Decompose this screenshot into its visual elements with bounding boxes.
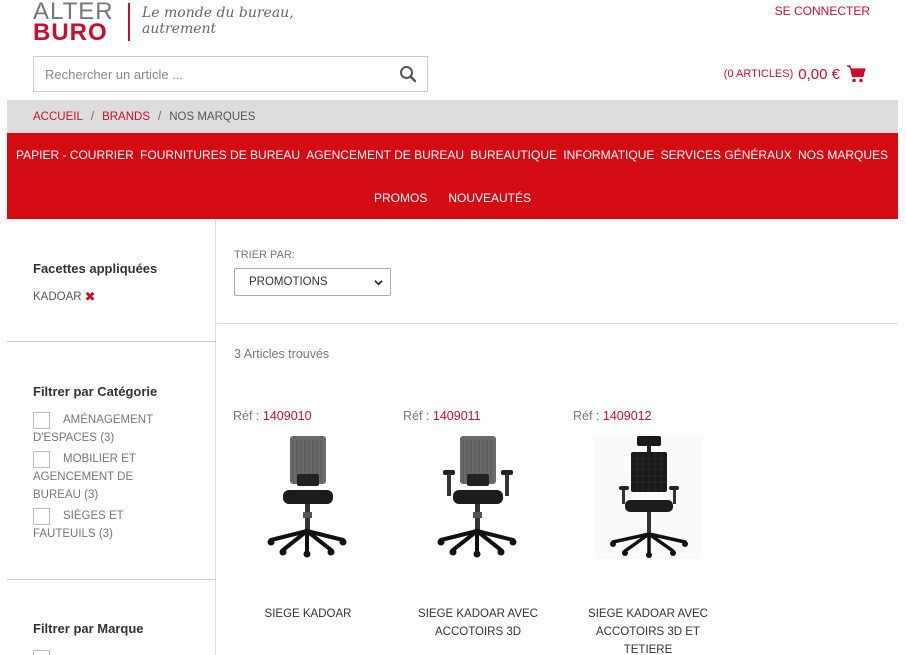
product-name-line: TETIERE [623, 644, 673, 655]
shopping-cart-icon[interactable] [846, 64, 866, 84]
nav-papier-courrier[interactable]: PAPIER - COURRIER [16, 148, 134, 162]
brand-checkbox[interactable] [33, 650, 50, 655]
tagline: Le monde du bureau, autrement [142, 5, 294, 37]
tagline-line1: Le monde du bureau, [142, 5, 294, 21]
alterburo-logo[interactable]: ALTER BURO [33, 0, 133, 46]
category-filter-item[interactable]: AMÉNAGEMENT D'ESPACES (3) [33, 411, 198, 447]
search-box [33, 56, 428, 92]
chevron-down-icon [374, 280, 383, 286]
breadcrumb-brands[interactable]: BRANDS [102, 111, 150, 123]
main-navigation: PAPIER - COURRIER FOURNITURES DE BUREAU … [7, 133, 898, 219]
listing-divider [217, 323, 898, 324]
nav-promos[interactable]: PROMOS [374, 191, 427, 205]
product-name[interactable]: SIEGE KADOAR AVEC ACCOTOIRS 3D ET TETIER… [573, 605, 723, 655]
product-name[interactable]: SIEGE KADOAR [233, 605, 383, 623]
results-count: 3 Articles trouvés [234, 347, 330, 361]
brand-filter-title: Filtrer par Marque [33, 621, 144, 636]
product-listing: TRIER PAR: PROMOTIONS 3 Articles trouvés… [217, 219, 898, 655]
logo-text-buro: BURO [33, 19, 108, 46]
office-chair-armrests-image[interactable] [423, 434, 533, 559]
nav-agencement-de-bureau[interactable]: AGENCEMENT DE BUREAU [306, 148, 464, 162]
product-ref: Réf : 1409012 [573, 409, 652, 423]
remove-facet-icon[interactable]: ✖ [85, 289, 96, 305]
product-name-line: SIEGE KADOAR AVEC [418, 608, 538, 620]
product-name-line: SIEGE KADOAR AVEC [588, 608, 708, 620]
category-count: (3) [84, 489, 99, 501]
breadcrumb-current: NOS MARQUES [169, 110, 256, 123]
breadcrumb-separator: / [158, 110, 162, 123]
product-ref-number: 1409011 [432, 409, 481, 423]
product-name[interactable]: SIEGE KADOAR AVEC ACCOTOIRS 3D [403, 605, 553, 641]
breadcrumb-separator: / [90, 110, 95, 123]
applied-facets-title: Facettes appliquées [33, 261, 158, 276]
cart-total: 0,00 € [798, 65, 840, 83]
tagline-line2: autrement [142, 21, 217, 37]
sidebar-divider [7, 579, 216, 580]
office-chair-headrest-image[interactable] [593, 434, 703, 559]
applied-facet-label: KADOAR [33, 291, 82, 303]
nav-nouveautes[interactable]: NOUVEAUTÉS [448, 191, 531, 205]
sort-selected-value: PROMOTIONS [249, 276, 328, 288]
category-filter-title: Filtrer par Catégorie [33, 384, 158, 399]
breadcrumb-home[interactable]: ACCUEIL [33, 111, 83, 123]
category-checkbox[interactable] [33, 508, 50, 525]
category-checkbox[interactable] [33, 412, 50, 429]
filter-sidebar: Facettes appliquées KADOAR ✖ Filtrer par… [7, 219, 216, 655]
product-name-line: SIEGE KADOAR [264, 608, 352, 620]
category-filter-item[interactable]: MOBILIER ET AGENCEMENT DE BUREAU (3) [33, 450, 198, 504]
search-icon[interactable] [399, 65, 417, 83]
product-ref-label: Réf : [573, 409, 600, 423]
product-name-line: ACCOTOIRS 3D ET [596, 626, 700, 638]
product-ref-label: Réf : [233, 409, 260, 423]
product-ref: Réf : 1409011 [403, 409, 481, 423]
cart-item-count: (0 ARTICLES) [723, 68, 794, 80]
product-ref-label: Réf : [403, 409, 430, 423]
product-ref: Réf : 1409010 [233, 409, 312, 423]
nav-nos-marques[interactable]: NOS MARQUES [798, 148, 888, 162]
nav-fournitures-de-bureau[interactable]: FOURNITURES DE BUREAU [140, 148, 300, 162]
header: ALTER BURO Le monde du bureau, autrement… [0, 0, 906, 100]
login-link[interactable]: SE CONNECTER [775, 4, 870, 18]
category-count: (3) [98, 528, 113, 540]
applied-facet-chip[interactable]: KADOAR ✖ [33, 289, 95, 305]
sort-select[interactable]: PROMOTIONS [234, 268, 391, 296]
category-checkbox[interactable] [33, 451, 50, 468]
category-count: (3) [100, 432, 115, 444]
product-ref-number: 1409010 [262, 409, 312, 423]
sort-label: TRIER PAR: [234, 249, 295, 261]
breadcrumb: ACCUEIL / BRANDS / NOS MARQUES [7, 100, 898, 133]
sidebar-divider [7, 341, 216, 342]
logo-divider [128, 3, 130, 41]
product-name-line: ACCOTOIRS 3D [434, 626, 522, 638]
office-chair-image[interactable] [253, 434, 363, 559]
category-filter-item[interactable]: SIÈGES ET FAUTEUILS (3) [33, 507, 198, 543]
search-input[interactable] [34, 57, 389, 91]
nav-services-generaux[interactable]: SERVICES GÉNÉRAUX [661, 148, 792, 162]
nav-informatique[interactable]: INFORMATIQUE [563, 148, 654, 162]
cart-summary[interactable]: (0 ARTICLES) 0,00 € [724, 62, 866, 86]
category-label: AMÉNAGEMENT D'ESPACES [33, 414, 153, 444]
product-ref-number: 1409012 [602, 409, 652, 423]
nav-bureautique[interactable]: BUREAUTIQUE [470, 148, 557, 162]
